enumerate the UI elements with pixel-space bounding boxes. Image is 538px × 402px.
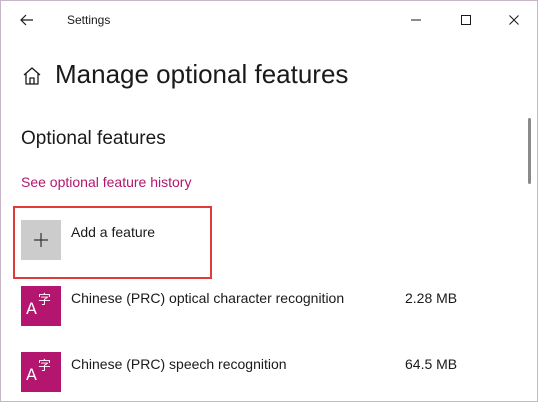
minimize-icon [411, 19, 421, 21]
language-icon: A 字 [21, 286, 61, 326]
feature-history-link[interactable]: See optional feature history [21, 174, 191, 190]
language-icon-letter: A [26, 365, 37, 384]
maximize-button[interactable] [443, 1, 489, 39]
feature-size: 64.5 MB [405, 356, 458, 372]
list-item-feature[interactable]: A 字 Chinese (PRC) speech recognition 64.… [21, 352, 491, 392]
add-feature-label: Add a feature [71, 224, 156, 240]
back-button[interactable] [15, 9, 39, 31]
language-icon-glyph: 字 [38, 359, 52, 374]
language-icon-glyph: 字 [38, 293, 52, 308]
language-icon-letter: A [26, 299, 37, 318]
window-title: Settings [67, 13, 111, 27]
settings-window: Settings Manage optional features Option… [0, 0, 538, 402]
maximize-icon [461, 15, 471, 25]
close-icon [509, 15, 519, 25]
vertical-scrollbar[interactable] [528, 118, 531, 184]
feature-name: Chinese (PRC) speech recognition [71, 356, 287, 372]
language-icon: A 字 [21, 352, 61, 392]
page-title: Manage optional features [55, 59, 349, 89]
title-bar: Settings [1, 1, 537, 39]
minimize-button[interactable] [393, 1, 439, 39]
add-feature-tile [21, 220, 61, 260]
list-item-feature[interactable]: A 字 Chinese (PRC) optical character reco… [21, 286, 491, 326]
back-arrow-icon [20, 14, 33, 26]
feature-name: Chinese (PRC) optical character recognit… [71, 290, 345, 306]
section-title: Optional features [21, 128, 166, 149]
feature-size: 2.28 MB [405, 290, 458, 306]
plus-icon [34, 233, 48, 247]
close-button[interactable] [491, 1, 537, 39]
home-icon[interactable] [21, 65, 43, 87]
